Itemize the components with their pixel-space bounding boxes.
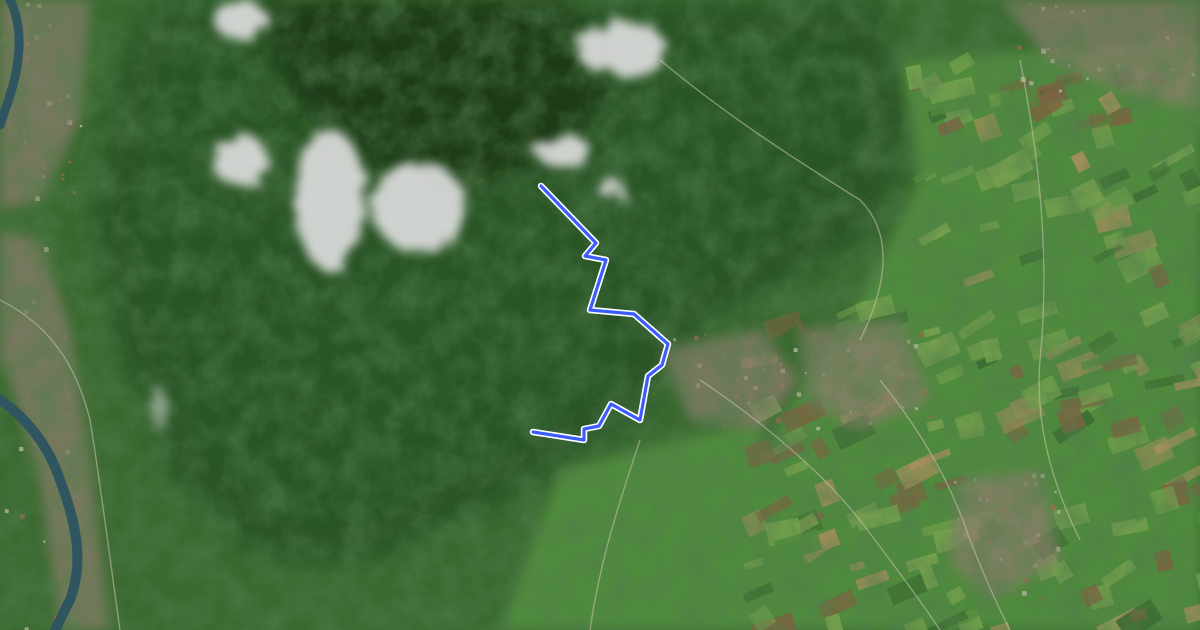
cloud <box>537 137 593 167</box>
cloud <box>212 134 268 186</box>
cloud <box>294 130 366 270</box>
satellite-map[interactable] <box>0 0 1200 630</box>
cloud <box>575 20 665 76</box>
cloud <box>150 390 170 430</box>
cloud <box>212 2 268 38</box>
cloud <box>374 163 466 253</box>
fine-texture <box>0 0 1200 630</box>
cloud <box>598 180 626 200</box>
